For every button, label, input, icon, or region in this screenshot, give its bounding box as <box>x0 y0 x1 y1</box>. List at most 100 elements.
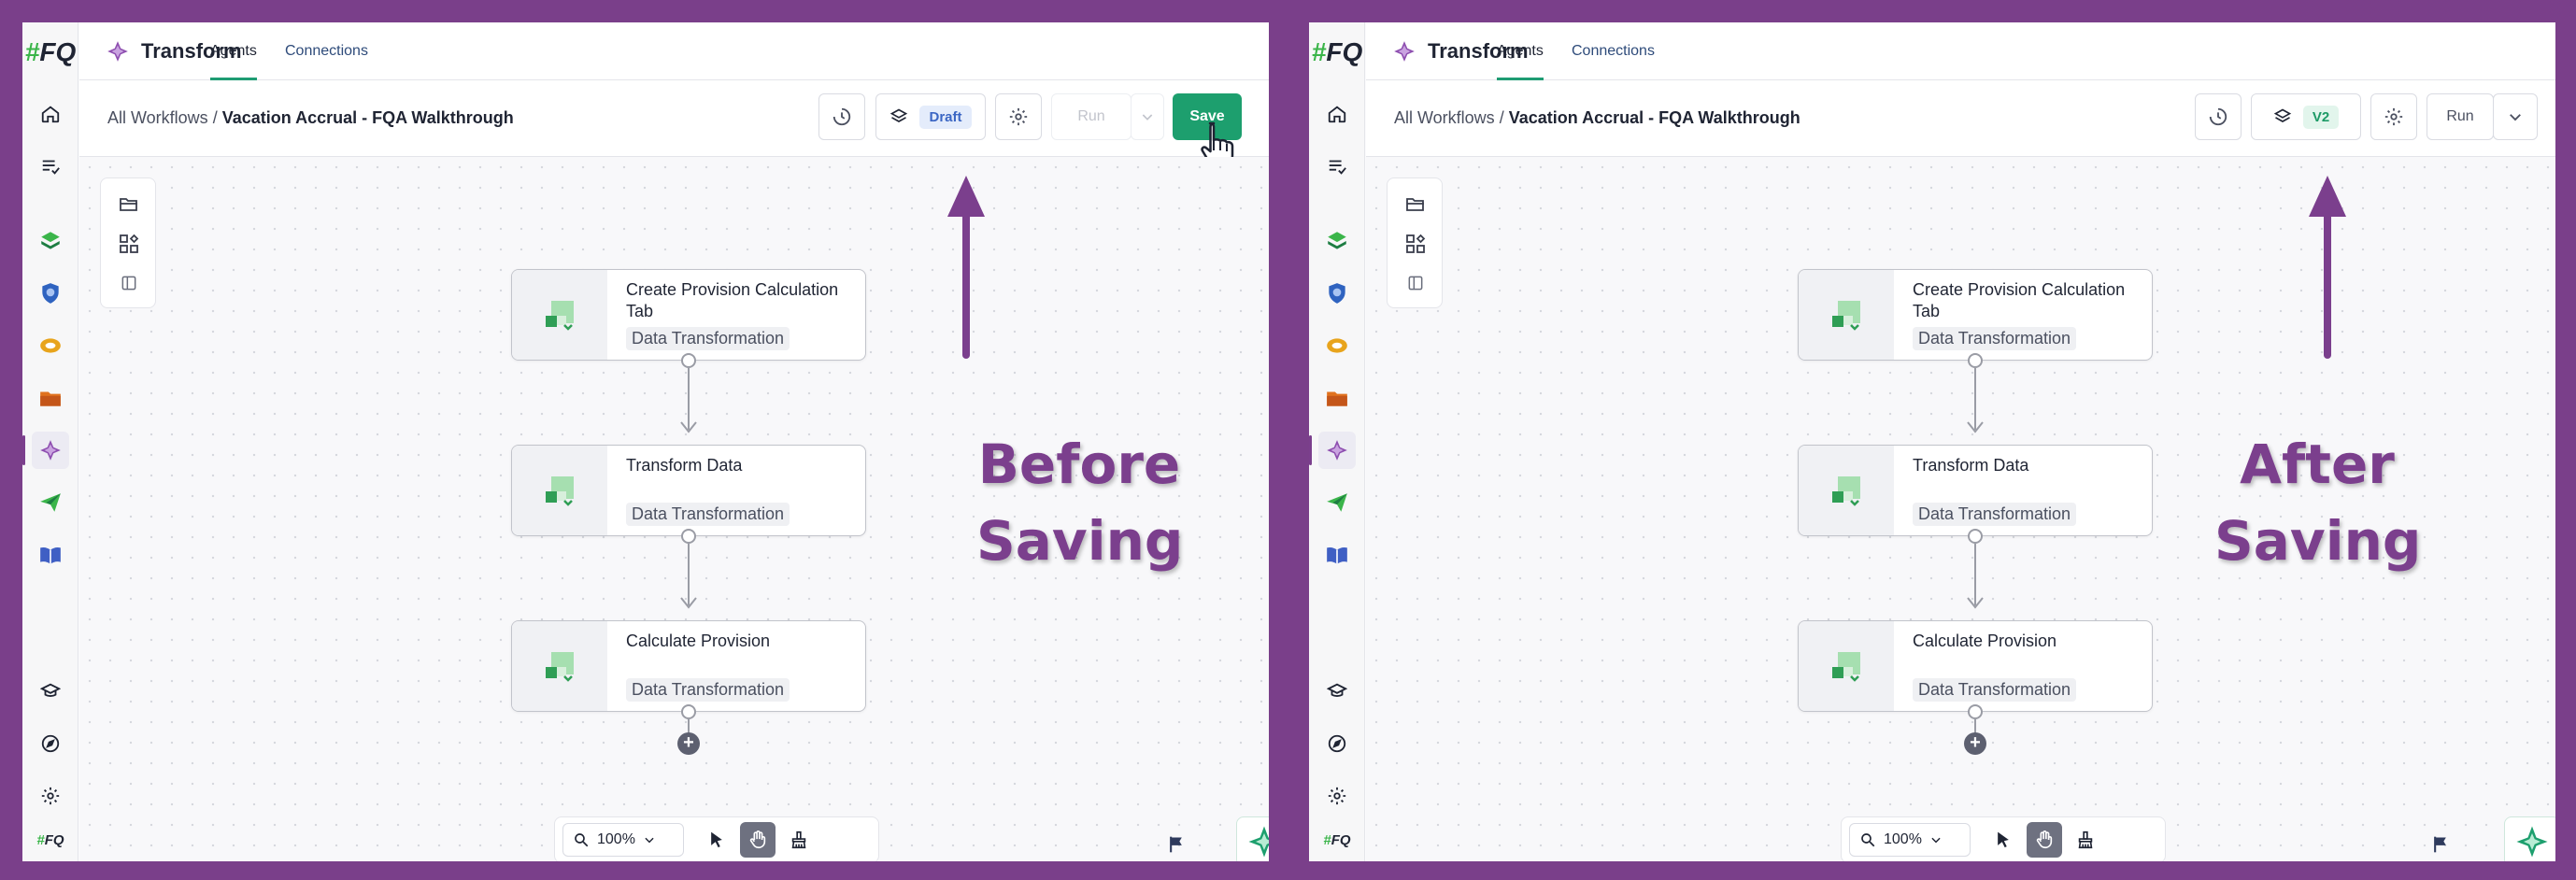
output-port[interactable] <box>681 353 696 368</box>
shield-app-icon[interactable] <box>32 275 69 312</box>
annotation-label: Before Saving <box>976 426 1184 579</box>
run-options-dropdown[interactable] <box>1131 93 1164 140</box>
components-icon[interactable] <box>112 227 146 261</box>
open-folder-icon[interactable] <box>1399 188 1432 221</box>
breadcrumb-all-workflows[interactable]: All Workflows <box>1394 108 1495 127</box>
folder-app-icon[interactable] <box>32 379 69 417</box>
flag-button[interactable] <box>2424 828 2457 861</box>
search-icon <box>575 833 589 847</box>
breadcrumb-current: Vacation Accrual - FQA Walkthrough <box>1508 108 1800 127</box>
output-port[interactable] <box>681 704 696 719</box>
assistant-button[interactable] <box>2504 816 2555 861</box>
folder-app-icon[interactable] <box>1318 379 1356 417</box>
gear-icon <box>2384 107 2403 126</box>
workflow-node[interactable]: Create Provision Calculation Tab Data Tr… <box>511 269 866 361</box>
workflow-node[interactable]: Transform Data Data Transformation <box>511 445 866 536</box>
fq-logo[interactable]: # FQ <box>22 32 78 73</box>
tasks-icon[interactable] <box>32 148 69 185</box>
breadcrumb: All Workflows / Vacation Accrual - FQA W… <box>1394 108 1800 128</box>
run-options-dropdown[interactable] <box>2493 93 2538 140</box>
data-transform-icon <box>512 621 607 711</box>
transform-app-icon[interactable] <box>1309 432 1356 469</box>
learn-icon[interactable] <box>32 673 69 710</box>
send-app-icon[interactable] <box>1318 484 1356 521</box>
panel-toggle-icon[interactable] <box>112 266 146 300</box>
workflow-canvas[interactable]: Create Provision Calculation Tab Data Tr… <box>79 157 1269 861</box>
clean-layout-button[interactable] <box>2068 822 2103 858</box>
before-saving-panel: # FQ #FQ Transform Agents Connections Al… <box>22 22 1269 861</box>
stack-app-icon[interactable] <box>32 222 69 260</box>
clean-layout-button[interactable] <box>781 822 817 858</box>
add-step-button[interactable]: + <box>1964 732 1986 755</box>
workflow-node[interactable]: Transform Data Data Transformation <box>1798 445 2153 536</box>
version-button[interactable]: Draft <box>875 93 986 140</box>
node-title: Create Provision Calculation Tab <box>1913 280 2126 320</box>
history-button[interactable] <box>818 93 865 140</box>
workflow-node[interactable]: Calculate Provision Data Transformation <box>1798 620 2153 712</box>
settings-icon[interactable] <box>1318 777 1356 815</box>
tab-connections[interactable]: Connections <box>1572 43 1655 80</box>
output-port[interactable] <box>681 529 696 544</box>
run-button[interactable]: Run <box>1051 93 1131 140</box>
history-button[interactable] <box>2195 93 2242 140</box>
open-folder-icon[interactable] <box>112 188 146 221</box>
node-type-tag: Data Transformation <box>1913 503 2077 526</box>
settings-icon[interactable] <box>32 777 69 815</box>
compass-icon[interactable] <box>1318 725 1356 762</box>
fq-logo[interactable]: # FQ <box>1309 32 1365 73</box>
top-nav: Transform Agents Connections <box>1366 22 2555 80</box>
transform-app-icon[interactable] <box>22 432 69 469</box>
annotation-line-1: Before <box>977 433 1181 496</box>
book-app-icon[interactable] <box>32 536 69 574</box>
workflow-settings-button[interactable] <box>995 93 1042 140</box>
tab-agents[interactable]: Agents <box>210 43 257 80</box>
icon-rail: # FQ #FQ <box>1309 22 1365 861</box>
compass-icon[interactable] <box>32 725 69 762</box>
stack-app-icon[interactable] <box>1318 222 1356 260</box>
tasks-icon[interactable] <box>1318 148 1356 185</box>
hand-tool-button[interactable] <box>740 822 776 858</box>
components-icon[interactable] <box>1399 227 1432 261</box>
node-title: Transform Data <box>1913 456 2029 475</box>
workflow-canvas[interactable]: Create Provision Calculation Tab Data Tr… <box>1366 157 2555 861</box>
version-badge: V2 <box>2302 105 2340 129</box>
book-app-icon[interactable] <box>1318 536 1356 574</box>
hand-icon <box>2036 830 2053 849</box>
assistant-button[interactable] <box>1236 816 1269 861</box>
pointer-tool-button[interactable] <box>1985 822 2021 858</box>
send-app-icon[interactable] <box>32 484 69 521</box>
workflow-node[interactable]: Calculate Provision Data Transformation <box>511 620 866 712</box>
canvas-bottom-toolbar: 100% <box>1841 816 2166 861</box>
tab-agents[interactable]: Agents <box>1497 43 1544 80</box>
annotation-line-2: Saving <box>976 509 1184 573</box>
output-port[interactable] <box>1968 353 1983 368</box>
after-saving-panel: # FQ #FQ Transform Agents Connections Al… <box>1309 22 2555 861</box>
workflow-settings-button[interactable] <box>2370 93 2417 140</box>
tab-connections[interactable]: Connections <box>285 43 368 80</box>
learn-icon[interactable] <box>1318 673 1356 710</box>
home-icon[interactable] <box>32 95 69 133</box>
flag-icon <box>1170 836 1182 853</box>
home-icon[interactable] <box>1318 95 1356 133</box>
zoom-control[interactable]: 100% <box>562 823 684 857</box>
link-app-icon[interactable] <box>32 327 69 364</box>
link-app-icon[interactable] <box>1318 327 1356 364</box>
shield-app-icon[interactable] <box>1318 275 1356 312</box>
zoom-control[interactable]: 100% <box>1849 823 1971 857</box>
run-button[interactable]: Run <box>2427 93 2494 140</box>
pointer-tool-button[interactable] <box>699 822 734 858</box>
output-port[interactable] <box>1968 704 1983 719</box>
history-icon <box>2209 107 2227 126</box>
add-step-button[interactable]: + <box>677 732 700 755</box>
hand-tool-button[interactable] <box>2027 822 2062 858</box>
annotation-line-1: After <box>2240 433 2395 496</box>
breadcrumb-all-workflows[interactable]: All Workflows <box>107 108 208 127</box>
workflow-node[interactable]: Create Provision Calculation Tab Data Tr… <box>1798 269 2153 361</box>
icon-rail: # FQ #FQ <box>22 22 78 861</box>
version-button[interactable]: V2 <box>2251 93 2361 140</box>
panel-toggle-icon[interactable] <box>1399 266 1432 300</box>
breadcrumb-separator: / <box>1494 108 1509 127</box>
output-port[interactable] <box>1968 529 1983 544</box>
pointer-icon <box>711 831 722 848</box>
flag-button[interactable] <box>1160 828 1193 861</box>
